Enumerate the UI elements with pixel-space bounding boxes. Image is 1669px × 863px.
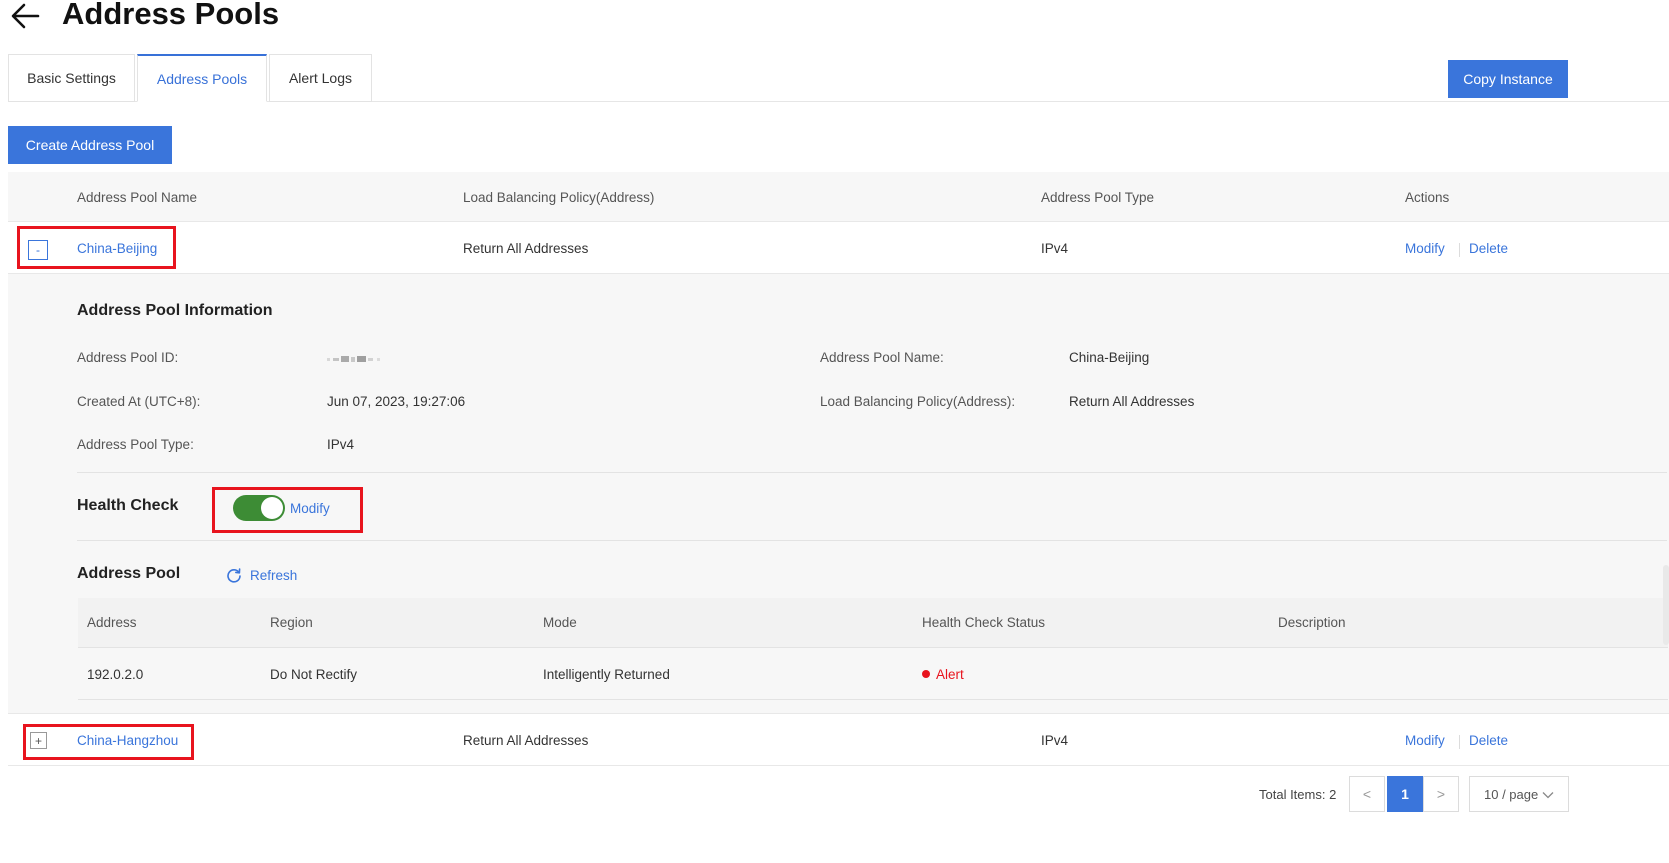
section-divider (77, 540, 1667, 541)
delete-link[interactable]: Delete (1469, 241, 1508, 256)
region-value: Do Not Rectify (270, 667, 358, 682)
toggle-knob (261, 497, 283, 519)
pool-type-label: Address Pool Type: (77, 437, 194, 452)
refresh-link[interactable]: Refresh (250, 568, 297, 583)
policy-value: Return All Addresses (1069, 394, 1195, 409)
health-status: Alert (922, 667, 964, 682)
prev-page-button[interactable]: < (1349, 776, 1385, 812)
collapse-row-button[interactable]: - (28, 240, 48, 260)
policy-label: Load Balancing Policy(Address): (820, 394, 1016, 409)
column-header-policy: Load Balancing Policy(Address) (463, 190, 655, 205)
action-divider (1459, 243, 1460, 257)
pool-type: IPv4 (1041, 733, 1069, 748)
tab-alert-logs[interactable]: Alert Logs (269, 54, 372, 102)
page-title: Address Pools (62, 0, 280, 31)
pool-name-link[interactable]: China-Beijing (77, 241, 157, 256)
created-at-value: Jun 07, 2023, 19:27:06 (327, 394, 466, 409)
column-header-health-status: Health Check Status (922, 615, 1046, 630)
chevron-down-icon (1542, 787, 1554, 802)
tab-address-pools[interactable]: Address Pools (137, 54, 267, 102)
address-value: 192.0.2.0 (87, 667, 144, 682)
section-divider (77, 472, 1667, 473)
pool-name-link[interactable]: China-Hangzhou (77, 733, 178, 748)
column-header-address: Address (87, 615, 137, 630)
address-table-header (78, 598, 1668, 648)
health-check-modify-link[interactable]: Modify (290, 501, 330, 516)
health-check-title: Health Check (77, 497, 179, 514)
column-header-actions: Actions (1405, 190, 1450, 205)
action-divider (1459, 735, 1460, 749)
column-header-name: Address Pool Name (77, 190, 198, 205)
alert-status-dot (922, 670, 930, 679)
column-header-description: Description (1278, 615, 1346, 630)
pool-type-value: IPv4 (327, 437, 355, 452)
redacted-id-value (327, 352, 389, 364)
address-pool-name-label: Address Pool Name: (820, 350, 944, 365)
column-header-mode: Mode (543, 615, 577, 630)
total-items: Total Items: 2 (1259, 787, 1337, 802)
next-page-button[interactable]: > (1423, 776, 1459, 812)
tab-basic-settings[interactable]: Basic Settings (8, 54, 135, 102)
modify-link[interactable]: Modify (1405, 241, 1445, 256)
column-header-type: Address Pool Type (1041, 190, 1155, 205)
address-pool-name-value: China-Beijing (1069, 350, 1150, 365)
pool-policy: Return All Addresses (463, 733, 589, 748)
page-1-button[interactable]: 1 (1387, 776, 1423, 812)
back-arrow-icon[interactable] (8, 0, 44, 32)
health-check-toggle[interactable] (233, 495, 285, 521)
expand-row-button[interactable]: + (30, 732, 47, 749)
pool-type: IPv4 (1041, 241, 1069, 256)
created-at-label: Created At (UTC+8): (77, 394, 201, 409)
mode-value: Intelligently Returned (543, 667, 670, 682)
copy-instance-button[interactable]: Copy Instance (1448, 60, 1568, 98)
refresh-icon[interactable] (226, 567, 242, 583)
page-size-select[interactable]: 10 / page (1469, 776, 1569, 812)
address-pool-title: Address Pool (77, 565, 181, 582)
pool-policy: Return All Addresses (463, 241, 589, 256)
modify-link[interactable]: Modify (1405, 733, 1445, 748)
address-pool-information-title: Address Pool Information (77, 302, 273, 319)
address-pool-id-label: Address Pool ID: (77, 350, 179, 365)
delete-link[interactable]: Delete (1469, 733, 1508, 748)
create-address-pool-button[interactable]: Create Address Pool (8, 126, 172, 164)
health-status-text: Alert (936, 667, 964, 682)
column-header-region: Region (270, 615, 313, 630)
scrollbar-thumb[interactable] (1663, 565, 1669, 645)
page-size-label: 10 / page (1484, 786, 1539, 802)
